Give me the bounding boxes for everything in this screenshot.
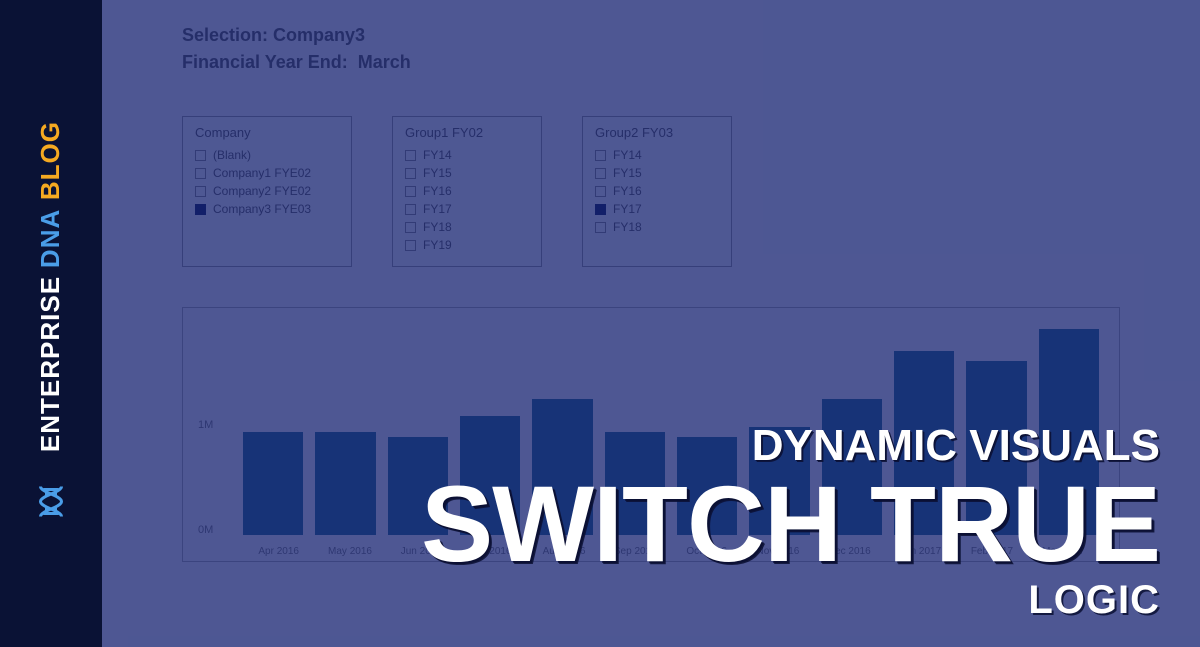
bar[interactable] bbox=[315, 432, 375, 535]
slicer-company-title: Company bbox=[195, 125, 339, 140]
slicer-group1[interactable]: Group1 FY02 FY14 FY15 FY16 FY17 FY18 FY1… bbox=[392, 116, 542, 267]
bar[interactable] bbox=[532, 399, 592, 535]
y-tick-1m: 1M bbox=[198, 419, 213, 431]
bar[interactable] bbox=[822, 399, 882, 535]
y-tick-0m: 0M bbox=[198, 524, 213, 536]
bar[interactable] bbox=[894, 351, 954, 535]
main-area: Selection: Company3 Financial Year End: … bbox=[102, 0, 1200, 647]
x-tick: Sep 2016 bbox=[600, 546, 671, 557]
checkbox-icon[interactable] bbox=[595, 222, 606, 233]
slicer-company-item[interactable]: Company3 FYE03 bbox=[195, 202, 339, 216]
brand-text: ENTERPRISE DNA BLOG bbox=[35, 121, 66, 452]
slicer-row: Company (Blank) Company1 FYE02 Company2 … bbox=[182, 116, 1120, 267]
x-tick: Aug 2016 bbox=[528, 546, 599, 557]
checkbox-icon[interactable] bbox=[195, 186, 206, 197]
checkbox-icon[interactable] bbox=[595, 186, 606, 197]
x-tick: Feb 2017 bbox=[956, 546, 1027, 557]
bar-column bbox=[605, 318, 665, 535]
checkbox-icon[interactable] bbox=[595, 204, 606, 215]
slicer-group1-item[interactable]: FY18 bbox=[405, 220, 529, 234]
bar-column bbox=[677, 318, 737, 535]
dashboard-canvas: Selection: Company3 Financial Year End: … bbox=[102, 0, 1200, 562]
slicer-group1-item[interactable]: FY15 bbox=[405, 166, 529, 180]
bar-column bbox=[460, 318, 520, 535]
slicer-company-item[interactable]: Company1 FYE02 bbox=[195, 166, 339, 180]
bar-column bbox=[966, 318, 1026, 535]
bar-column bbox=[243, 318, 303, 535]
slicer-group1-item[interactable]: FY16 bbox=[405, 184, 529, 198]
x-tick: Jun 2016 bbox=[386, 546, 457, 557]
checkbox-icon[interactable] bbox=[195, 150, 206, 161]
brand-sidebar: ENTERPRISE DNA BLOG bbox=[0, 0, 102, 647]
checkbox-icon[interactable] bbox=[195, 204, 206, 215]
checkbox-icon[interactable] bbox=[405, 240, 416, 251]
checkbox-icon[interactable] bbox=[405, 204, 416, 215]
checkbox-icon[interactable] bbox=[405, 186, 416, 197]
fye-label: Financial Year End: bbox=[182, 52, 348, 72]
checkbox-icon[interactable] bbox=[405, 150, 416, 161]
selection-value: Company3 bbox=[273, 25, 365, 45]
bar[interactable] bbox=[966, 361, 1026, 535]
brand-enterprise: ENTERPRISE bbox=[35, 276, 65, 452]
x-tick: Apr 2016 bbox=[243, 546, 314, 557]
x-tick: Dec 2016 bbox=[814, 546, 885, 557]
slicer-group1-item[interactable]: FY14 bbox=[405, 148, 529, 162]
checkbox-icon[interactable] bbox=[595, 150, 606, 161]
bar-column bbox=[822, 318, 882, 535]
bar[interactable] bbox=[1039, 329, 1099, 535]
bar[interactable] bbox=[460, 416, 520, 535]
brand-blog: BLOG bbox=[35, 121, 65, 200]
bar-chart[interactable]: 1M 0M Apr 2016May 2016Jun 2016Jul 2016Au… bbox=[182, 307, 1120, 562]
x-tick: Jan 2017 bbox=[885, 546, 956, 557]
report-header: Selection: Company3 Financial Year End: … bbox=[182, 22, 1120, 76]
checkbox-icon[interactable] bbox=[405, 168, 416, 179]
slicer-group2-item[interactable]: FY14 bbox=[595, 148, 719, 162]
bar[interactable] bbox=[677, 437, 737, 535]
bar[interactable] bbox=[388, 437, 448, 535]
brand-dna: DNA bbox=[35, 208, 65, 267]
bar-column bbox=[532, 318, 592, 535]
slicer-group2-title: Group2 FY03 bbox=[595, 125, 719, 140]
bar-column bbox=[315, 318, 375, 535]
slicer-group2-item[interactable]: FY15 bbox=[595, 166, 719, 180]
bar[interactable] bbox=[605, 432, 665, 535]
slicer-company-item[interactable]: Company2 FYE02 bbox=[195, 184, 339, 198]
checkbox-icon[interactable] bbox=[195, 168, 206, 179]
x-tick: Jul 2016 bbox=[457, 546, 528, 557]
slicer-group2-item[interactable]: FY18 bbox=[595, 220, 719, 234]
slicer-group2-item[interactable]: FY16 bbox=[595, 184, 719, 198]
slicer-group1-item[interactable]: FY19 bbox=[405, 238, 529, 252]
slicer-group1-item[interactable]: FY17 bbox=[405, 202, 529, 216]
bar-column bbox=[749, 318, 809, 535]
x-tick: Oct 2016 bbox=[671, 546, 742, 557]
x-tick: May 2016 bbox=[314, 546, 385, 557]
bars-area bbox=[243, 318, 1099, 536]
bar[interactable] bbox=[749, 427, 809, 536]
slicer-group2[interactable]: Group2 FY03 FY14 FY15 FY16 FY17 FY18 bbox=[582, 116, 732, 267]
y-axis: 1M 0M bbox=[198, 318, 238, 536]
bar-column bbox=[894, 318, 954, 535]
bar[interactable] bbox=[243, 432, 303, 535]
selection-label: Selection: bbox=[182, 25, 268, 45]
slicer-company[interactable]: Company (Blank) Company1 FYE02 Company2 … bbox=[182, 116, 352, 267]
dna-icon bbox=[33, 482, 69, 526]
x-axis: Apr 2016May 2016Jun 2016Jul 2016Aug 2016… bbox=[243, 546, 1099, 557]
fye-value: March bbox=[358, 52, 411, 72]
slicer-company-item[interactable]: (Blank) bbox=[195, 148, 339, 162]
checkbox-icon[interactable] bbox=[595, 168, 606, 179]
bar-column bbox=[388, 318, 448, 535]
bar-column bbox=[1039, 318, 1099, 535]
slicer-group1-title: Group1 FY02 bbox=[405, 125, 529, 140]
x-tick: Nov 2016 bbox=[742, 546, 813, 557]
slicer-group2-item[interactable]: FY17 bbox=[595, 202, 719, 216]
checkbox-icon[interactable] bbox=[405, 222, 416, 233]
headline-tag: LOGIC bbox=[421, 578, 1160, 623]
x-tick: Mar 2017 bbox=[1028, 546, 1099, 557]
